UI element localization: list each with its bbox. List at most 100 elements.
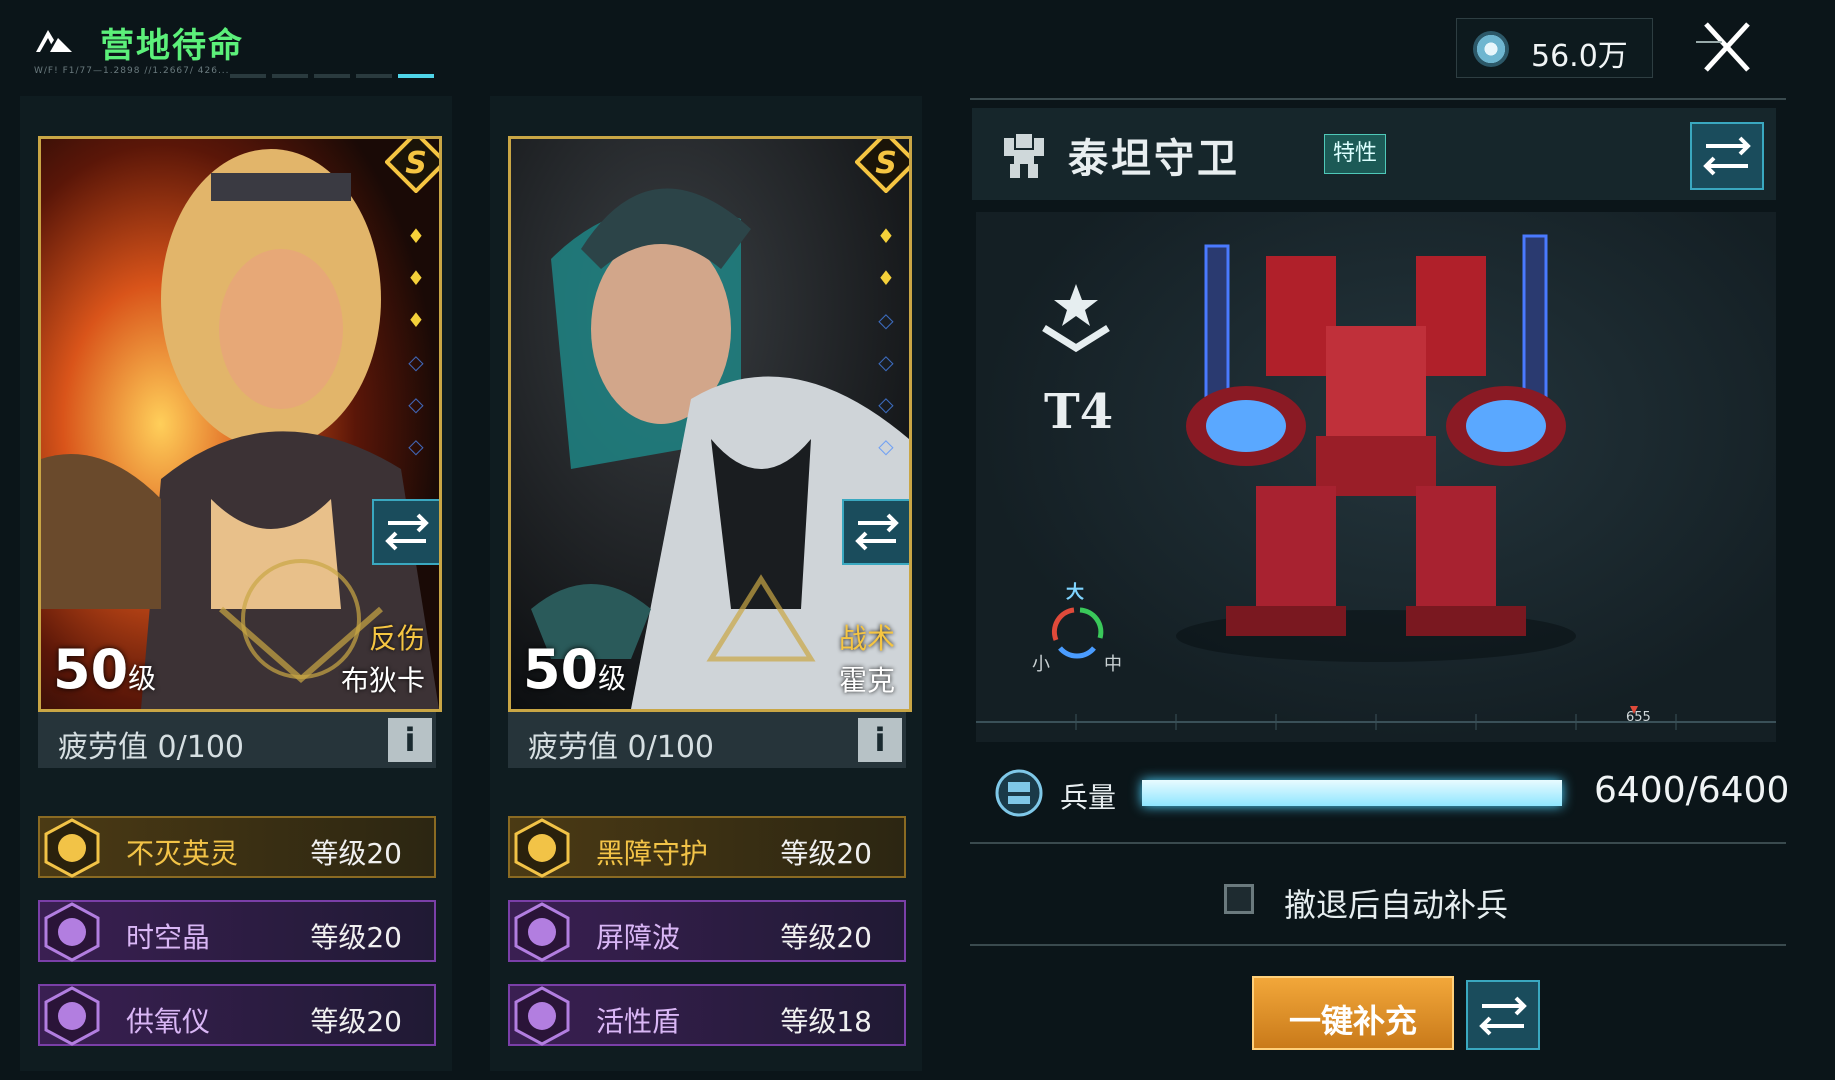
troops-label: 兵量 [1060,781,1117,814]
skill-row[interactable]: 活性盾 等级18 [508,984,906,1046]
skill-row[interactable]: 黑障守护 等级20 [508,816,906,878]
star-filled-icon: ♦ [407,266,425,290]
star-empty-icon: ◇ [408,392,424,416]
currency-display: 56.0万 [1456,18,1653,78]
swap-formation-button[interactable] [1466,980,1540,1050]
skill-icon [44,986,100,1046]
star-empty-icon: ◇ [878,434,894,458]
hero-level-unit: 级 [598,662,627,695]
fatigue-bar: 疲劳值 0/100 i [38,712,436,768]
star-filled-icon: ♦ [877,266,895,290]
star-filled-icon: ♦ [877,224,895,248]
auto-refill-label: 撤退后自动补兵 [1284,886,1509,924]
swap-hero-button[interactable] [842,499,912,565]
cycle-mid-label: 中 [1104,654,1122,675]
troops-progress-track [1142,780,1562,806]
fatigue-bar: 疲劳值 0/100 i [508,712,906,768]
hero-name: 霍克 [838,664,895,697]
cycle-arrows-icon [1051,607,1104,659]
mech-preview: T4 大 小 中 655 [976,212,1776,742]
skill-icon [44,902,100,962]
divider [970,842,1786,844]
skill-row[interactable]: 时空晶 等级20 [38,900,436,962]
skill-name: 黑障守护 [596,837,709,870]
ruler-scale [976,706,1776,730]
star-rating: ♦ ♦ ◇ ◇ ◇ ◇ [871,225,901,477]
info-button[interactable]: i [858,718,902,762]
trait-button[interactable]: 特性 [1324,134,1386,174]
tab-indicator [272,74,308,78]
hero-role: 战术 [838,622,895,655]
hero-level: 50级 [53,638,156,701]
troops-value: 6400/6400 [1594,770,1790,811]
auto-refill-checkbox[interactable] [1224,884,1254,914]
tab-indicator [356,74,392,78]
divider [970,98,1786,100]
tab-indicator-active[interactable] [398,74,434,78]
star-filled-icon: ♦ [407,224,425,248]
mech-name: 泰坦守卫 [1068,135,1240,182]
star-empty-icon: ◇ [878,308,894,332]
skill-icon [514,902,570,962]
mech-model [1176,234,1576,662]
fatigue-text: 疲劳值 0/100 [58,730,244,765]
skill-level: 等级20 [780,921,872,954]
mech-header: 泰坦守卫 特性 [972,108,1776,200]
swap-mech-button[interactable] [1690,122,1764,190]
star-empty-icon: ◇ [878,350,894,374]
one-click-supply-button[interactable]: 一键补充 [1252,976,1454,1050]
camp-logo-icon [36,30,72,52]
close-button[interactable] [1692,18,1762,76]
skill-level: 等级20 [310,837,402,870]
hero-level-value: 50 [53,638,129,701]
counter-cycle: 大 小 中 [1032,578,1122,675]
ruler-mark-label: 655 [1626,710,1651,725]
skill-name: 活性盾 [596,1005,681,1038]
skill-icon [514,986,570,1046]
skill-level: 等级20 [310,921,402,954]
hero-level: 50级 [523,638,626,701]
mech-icon [1004,134,1044,178]
troops-icon [995,769,1043,817]
info-button[interactable]: i [388,718,432,762]
star-empty-icon: ◇ [878,392,894,416]
troops-panel: 兵量 6400/6400 [976,758,1789,828]
skill-row[interactable]: 不灭英灵 等级20 [38,816,436,878]
skill-name: 不灭英灵 [126,837,239,870]
hero-role: 反伤 [368,622,425,655]
tier-label: T4 [1044,384,1114,440]
page-title: 营地待命 [100,26,244,66]
star-empty-icon: ◇ [408,350,424,374]
hero-portrait[interactable]: S ♦ ♦ ♦ ◇ ◇ ◇ 反伤 布狄卡 50级 [38,136,442,712]
hero-level-unit: 级 [128,662,157,695]
svg-text:S: S [405,146,427,181]
skill-name: 时空晶 [126,921,211,954]
skill-icon [44,818,100,878]
hero-portrait[interactable]: S ♦ ♦ ◇ ◇ ◇ ◇ 战术 霍克 50级 [508,136,912,712]
skill-row[interactable]: 供氧仪 等级20 [38,984,436,1046]
tab-indicator [230,74,266,78]
troops-progress-fill [1142,780,1562,806]
skill-icon [514,818,570,878]
rank-s-badge: S [855,139,909,193]
currency-icon [1473,31,1509,67]
cycle-small-label: 小 [1032,654,1050,675]
tier-rank-icon [1042,284,1110,353]
star-empty-icon: ◇ [408,434,424,458]
skill-name: 屏障波 [596,921,681,954]
swap-hero-button[interactable] [372,499,442,565]
svg-text:S: S [875,146,897,181]
supply-button-label: 一键补充 [1288,1002,1417,1040]
hero-level-value: 50 [523,638,599,701]
divider [970,944,1786,946]
skill-level: 等级20 [780,837,872,870]
skill-row[interactable]: 屏障波 等级20 [508,900,906,962]
rank-s-badge: S [385,139,439,193]
currency-value: 56.0万 [1531,39,1628,74]
header-subline: W/F! F1/77—1.2898 //1.2667/ 426... [34,66,230,76]
tab-indicator [314,74,350,78]
skill-level: 等级20 [310,1005,402,1038]
skill-level: 等级18 [780,1005,872,1038]
hero-name: 布狄卡 [340,664,425,697]
star-filled-icon: ♦ [407,308,425,332]
